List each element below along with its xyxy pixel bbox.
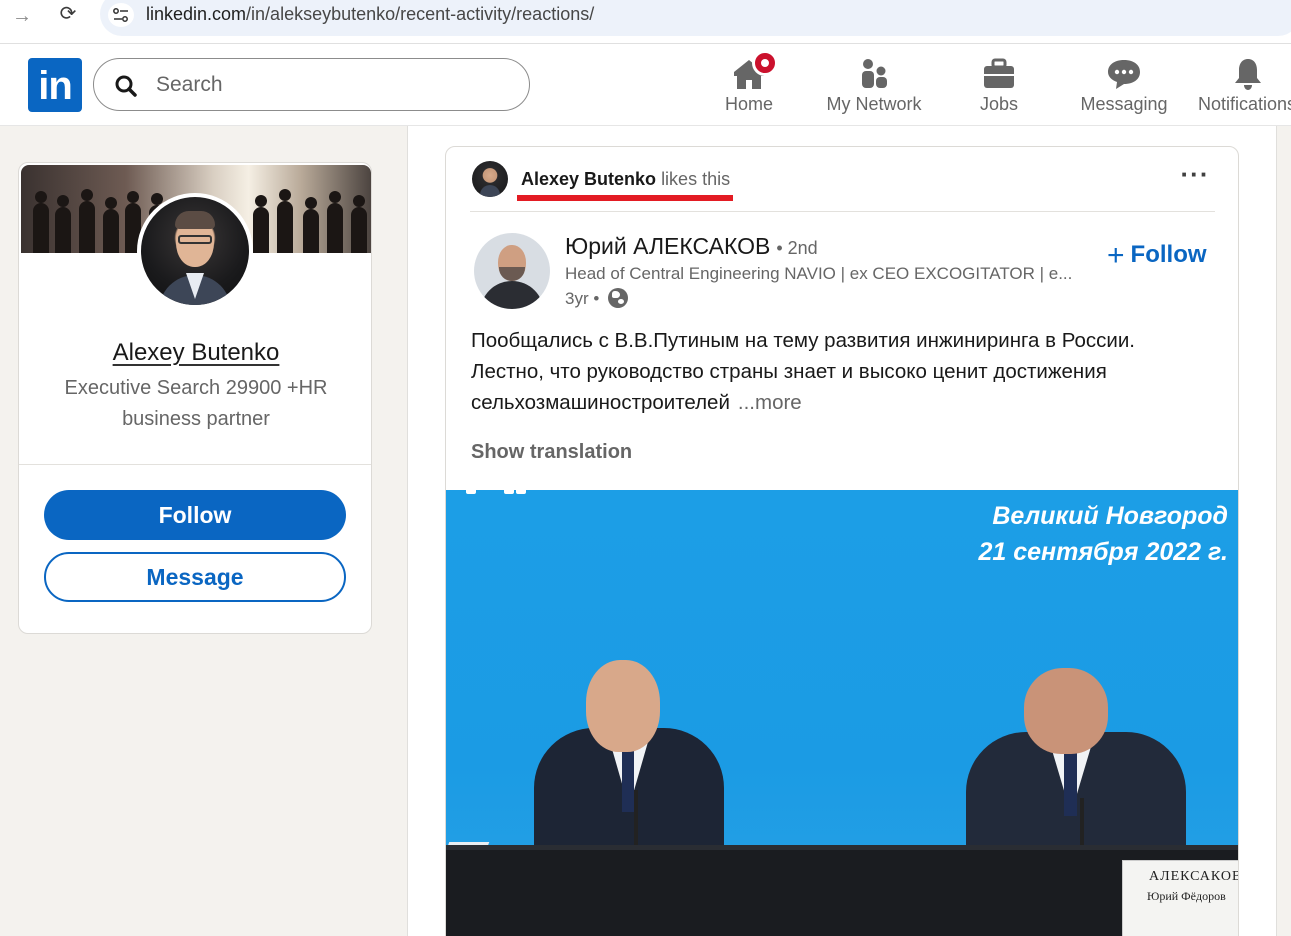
browser-toolbar: → ⟳ linkedin.com/in/alekseybutenko/recen… — [0, 0, 1291, 44]
nav-my-network-label: My Network — [826, 94, 922, 114]
post-card: Alexey Butenko likes this ··· Юрий АЛЕКС… — [445, 146, 1239, 936]
connection-degree: • 2nd — [776, 238, 818, 258]
network-icon — [862, 59, 887, 88]
nav-messaging-label: Messaging — [1080, 94, 1168, 114]
linkedin-logo[interactable]: in — [28, 58, 82, 112]
reaction-text: Alexey Butenko likes this — [521, 169, 730, 190]
messaging-icon — [1108, 60, 1140, 89]
nav-jobs-label: Jobs — [979, 94, 1019, 114]
briefcase-icon — [984, 58, 1014, 88]
image-caption-city: Великий Новгород — [992, 502, 1228, 530]
highlight-underline — [517, 195, 733, 201]
profile-name[interactable]: Alexey Butenko — [19, 339, 371, 367]
message-button[interactable]: Message — [44, 552, 346, 602]
search-icon — [115, 75, 137, 97]
plus-icon: + — [1107, 239, 1125, 272]
url-path: /in/alekseybutenko/recent-activity/react… — [246, 4, 595, 24]
search-box[interactable] — [93, 58, 530, 111]
nav-notifications-label: Notifications — [1198, 94, 1291, 114]
url-host: linkedin.com — [146, 4, 247, 24]
post-meta: 3yr • — [565, 288, 629, 309]
reactor-name[interactable]: Alexey Butenko — [521, 169, 656, 189]
divider — [470, 211, 1215, 212]
nav-my-network[interactable]: My Network — [816, 52, 932, 120]
reactor-avatar[interactable] — [472, 161, 508, 197]
table — [446, 850, 1238, 936]
reaction-verb: likes this — [661, 169, 731, 189]
show-translation-button[interactable]: Show translation — [471, 441, 632, 464]
post-image[interactable]: Великий Новгород 21 сентября 2022 г. АЛЕ… — [446, 490, 1239, 936]
forward-arrow-icon[interactable]: → — [10, 4, 34, 28]
event-logo-fragment — [466, 490, 526, 496]
author-headline: Head of Central Engineering NAVIO | ex C… — [565, 264, 1073, 283]
see-more-link[interactable]: ...more — [738, 391, 802, 414]
post-follow-label: Follow — [1130, 241, 1207, 268]
nav-messaging[interactable]: Messaging — [1074, 52, 1174, 120]
author-name-row: Юрий АЛЕКСАКОВ • 2nd — [565, 233, 818, 260]
nameplate-surname: АЛЕКСАКОВ — [1149, 869, 1239, 884]
profile-card: Alexey Butenko Executive Search 29900 +H… — [18, 162, 372, 634]
reload-icon[interactable]: ⟳ — [56, 2, 80, 26]
post-follow-button[interactable]: + Follow — [1107, 239, 1207, 273]
nameplate: АЛЕКСАКОВ Юрий Фёдоров — [1122, 860, 1239, 936]
divider — [19, 464, 371, 465]
post-time: 3yr • — [565, 289, 600, 308]
reaction-header: Alexey Butenko likes this ··· — [446, 147, 1238, 211]
profile-headline: Executive Search 29900 +HR business part… — [64, 377, 328, 430]
search-input[interactable] — [156, 71, 496, 99]
bell-icon — [1235, 59, 1261, 90]
url-text[interactable]: linkedin.com/in/alekseybutenko/recent-ac… — [146, 4, 594, 25]
author-avatar[interactable] — [474, 233, 550, 309]
nav-notifications[interactable]: Notifications — [1196, 52, 1291, 120]
image-caption-date: 21 сентября 2022 г. — [978, 538, 1228, 566]
nameplate-given-name: Юрий Фёдоров — [1147, 889, 1226, 903]
notification-badge — [752, 50, 778, 76]
post-text: Пообщались с В.В.Путиным на тему развити… — [471, 325, 1211, 418]
profile-avatar[interactable] — [137, 193, 253, 309]
nav-jobs[interactable]: Jobs — [960, 52, 1038, 120]
nav-home-label: Home — [724, 94, 773, 114]
more-options-icon[interactable]: ··· — [1180, 161, 1210, 193]
follow-button[interactable]: Follow — [44, 490, 346, 540]
nav-home[interactable]: Home — [704, 50, 794, 120]
globe-icon — [608, 288, 629, 308]
author-name[interactable]: Юрий АЛЕКСАКОВ — [565, 233, 770, 259]
site-info-icon[interactable] — [108, 3, 134, 27]
linkedin-header: in Home My Network Jobs — [0, 44, 1291, 126]
post-body-text: Пообщались с В.В.Путиным на тему развити… — [471, 329, 1135, 414]
